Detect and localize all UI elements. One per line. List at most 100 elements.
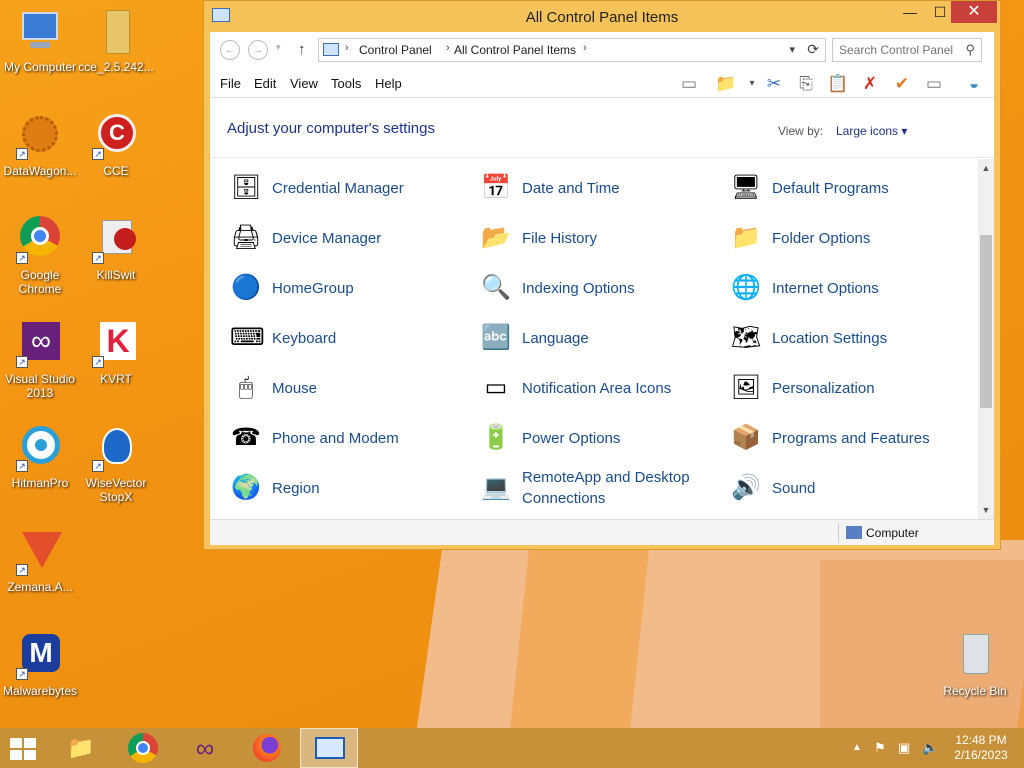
forward-button[interactable]: → [248,40,268,60]
windows-start-button[interactable] [10,738,38,760]
cce-icon: C ↗ [92,112,140,160]
breadcrumb-separator[interactable]: › [583,42,587,54]
recent-pages-dropdown-icon[interactable]: ▾ [276,42,281,53]
desktop-icon-malwarebytes[interactable]: M ↗ Malwarebytes [0,632,80,698]
control-panel-items: 🗄 Credential Manager 📅 Date and Time 🖥 D… [210,159,978,519]
desktop-icon-hitmanpro[interactable]: ↗ HitmanPro [0,424,80,490]
item-programs-and-features[interactable]: 📦 Programs and Features [730,415,970,461]
menu-tools[interactable]: Tools [331,76,361,91]
scrollbar-thumb[interactable] [980,235,992,408]
desktop-icon-kvrt[interactable]: K ↗ KVRT [76,320,156,386]
folder-options-icon[interactable]: 📁 [714,73,738,95]
window-title: All Control Panel Items [525,9,679,26]
network-icon[interactable]: ▣ [898,740,910,756]
menu-view[interactable]: View [290,76,318,91]
desktop-icon-visual-studio[interactable]: ∞ ↗ Visual Studio 2013 [0,320,80,400]
search-input[interactable] [839,40,959,60]
phone-and-modem-icon: ☎ [231,424,261,451]
item-location-settings[interactable]: 🗺 Location Settings [730,315,970,361]
datawagon-icon: ↗ [16,112,64,160]
item-personalization[interactable]: 🖼 Personalization [730,365,970,411]
item-internet-options[interactable]: 🌐 Internet Options [730,265,970,311]
menu-help[interactable]: Help [375,76,402,91]
dropdown-arrow-icon[interactable]: ▾ [740,73,764,95]
scroll-down-icon[interactable]: ▼ [978,505,994,515]
chrome-taskbar-icon[interactable] [114,728,172,768]
refresh-icon[interactable]: ⟳ [807,41,819,58]
menu-edit[interactable]: Edit [254,76,276,91]
properties-check-icon[interactable]: ✔ [890,73,914,95]
search-icon[interactable]: ⚲ [965,42,975,58]
desktop-icon-zemana[interactable]: ↗ Zemana.A... [0,528,80,594]
desktop-icon-recycle-bin[interactable]: Recycle Bin [935,632,1015,698]
item-region[interactable]: 🌍 Region [230,465,470,511]
cut-icon[interactable]: ✂ [762,73,786,95]
window-titlebar[interactable]: All Control Panel Items — ☐ ✕ [204,1,1000,33]
desktop-icon-google-chrome[interactable]: ↗ Google Chrome [0,216,80,296]
item-power-options[interactable]: 🔋 Power Options [480,415,720,461]
delete-icon[interactable]: ✗ [858,73,882,95]
layout-pane-icon[interactable]: ▭ [677,73,701,95]
item-file-history[interactable]: 📂 File History [480,215,720,261]
firefox-taskbar-icon[interactable] [238,728,296,768]
file-explorer-taskbar-icon[interactable]: 📁 [52,728,110,768]
killswitch-icon: ↗ [92,216,140,264]
breadcrumb-control-panel[interactable]: Control Panel [359,43,432,57]
copy-icon[interactable]: ⎘ [794,73,818,95]
close-button[interactable]: ✕ [951,1,997,23]
folder-options-icon: 📁 [731,224,761,251]
item-date-and-time[interactable]: 📅 Date and Time [480,165,720,211]
item-default-programs[interactable]: 🖥 Default Programs [730,165,970,211]
shortcut-arrow-icon: ↗ [92,356,104,368]
shortcut-arrow-icon: ↗ [16,148,28,160]
programs-and-features-icon: 📦 [731,424,761,451]
item-homegroup[interactable]: 🔵 HomeGroup [230,265,470,311]
action-center-flag-icon[interactable]: ⚑ [874,740,886,756]
view-by-dropdown[interactable]: Large icons ▾ [836,124,907,138]
recycle-bin-icon [951,632,999,680]
desktop-icon-wisevector[interactable]: ↗ WiseVector StopX [76,424,156,504]
paste-icon[interactable]: 📋 [826,73,850,95]
item-mouse[interactable]: 🖱 Mouse [230,365,470,411]
personalization-icon: 🖼 [730,374,762,401]
wisevector-icon: ↗ [92,424,140,472]
item-folder-options[interactable]: 📁 Folder Options [730,215,970,261]
vertical-scrollbar[interactable]: ▲ ▼ [978,159,994,519]
desktop-icon-datawagon[interactable]: ↗ DataWagon... [0,112,80,178]
item-phone-and-modem[interactable]: ☎ Phone and Modem [230,415,470,461]
item-credential-manager[interactable]: 🗄 Credential Manager [230,165,470,211]
item-indexing-options[interactable]: 🔍 Indexing Options [480,265,720,311]
search-box[interactable]: ⚲ [832,38,982,62]
breadcrumb-separator[interactable]: › [345,42,349,54]
back-button[interactable]: ← [220,40,240,60]
rename-icon[interactable]: ▭ [922,73,946,95]
minimize-button[interactable]: — [895,1,925,23]
desktop-icon-killswitch[interactable]: ↗ KillSwit [76,216,156,282]
control-panel-window[interactable]: All Control Panel Items — ☐ ✕ ← → ▾ ↑ › … [203,0,1001,550]
item-device-manager[interactable]: 🖨 Device Manager [230,215,470,261]
scroll-up-icon[interactable]: ▲ [978,163,994,173]
item-notification-area-icons[interactable]: ▭ Notification Area Icons [480,365,720,411]
control-panel-taskbar-icon[interactable] [300,728,358,768]
desktop-icon-cce-folder[interactable]: cce_2.5.242... [76,8,156,74]
visual-studio-taskbar-icon[interactable]: ∞ [176,728,234,768]
item-language[interactable]: 🔤 Language [480,315,720,361]
shortcut-arrow-icon: ↗ [16,668,28,680]
breadcrumb-separator[interactable]: › [446,42,450,54]
shortcut-arrow-icon: ↗ [16,564,28,576]
desktop-icon-my-computer[interactable]: My Computer [0,8,80,74]
taskbar-clock[interactable]: 12:48 PM 2/16/2023 [946,733,1016,763]
item-keyboard[interactable]: ⌨ Keyboard [230,315,470,361]
show-hidden-icons[interactable]: ▲ [852,742,862,753]
address-bar[interactable]: › Control Panel › All Control Panel Item… [318,38,826,62]
item-remoteapp-desktop-connections[interactable]: 💻 RemoteApp and Desktop Connections [480,465,720,511]
desktop-icon-cce[interactable]: C ↗ CCE [76,112,156,178]
item-sound[interactable]: 🔊 Sound [730,465,970,511]
address-dropdown-icon[interactable]: ▾ [789,43,795,56]
up-arrow-icon[interactable]: ↑ [298,41,306,58]
breadcrumb-all-items[interactable]: All Control Panel Items [454,43,576,57]
menu-file[interactable]: File [220,76,241,91]
view-by-label: View by: [778,124,824,138]
shell-icon[interactable]: ◒ [962,73,986,95]
volume-icon[interactable]: 🔈 [922,740,938,756]
